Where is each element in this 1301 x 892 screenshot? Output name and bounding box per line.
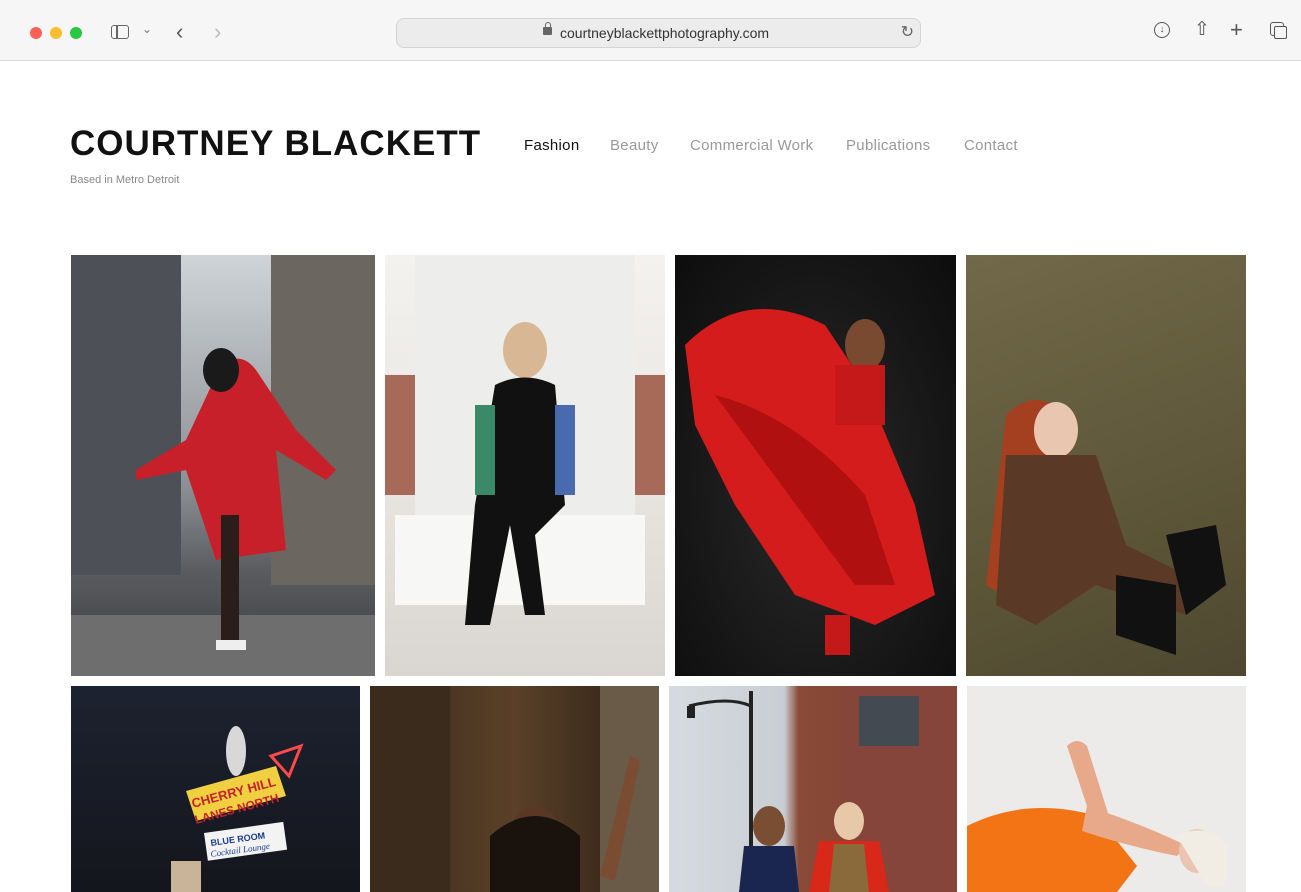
address-bar[interactable]: courtneyblackettphotography.com ↻ bbox=[396, 18, 921, 48]
forward-icon[interactable]: › bbox=[214, 19, 221, 45]
gallery-photo[interactable] bbox=[385, 255, 665, 676]
photo-two-women-street bbox=[687, 686, 957, 892]
nav-beauty[interactable]: Beauty bbox=[610, 137, 659, 154]
share-icon[interactable]: ⇧ bbox=[1194, 18, 1210, 41]
gallery-photo[interactable] bbox=[966, 255, 1246, 676]
photo-neon-sign: CHERRY HILL LANES NORTH BLUE ROOM Cockta… bbox=[171, 726, 304, 892]
photo-plaid-dress bbox=[986, 400, 1226, 655]
nav-fashion[interactable]: Fashion bbox=[524, 137, 579, 154]
gallery-photo[interactable] bbox=[71, 255, 375, 676]
photo-window-pose bbox=[370, 686, 659, 892]
sidebar-icon[interactable] bbox=[111, 25, 129, 39]
zoom-window-button[interactable] bbox=[70, 27, 82, 39]
photo-red-coat-city bbox=[71, 255, 375, 676]
photo-white-steps bbox=[385, 255, 665, 625]
browser-toolbar: ⌄ ‹ › courtneyblackettphotography.com ↻ … bbox=[0, 0, 1301, 61]
gallery-photo[interactable] bbox=[669, 686, 957, 892]
gallery-photo[interactable] bbox=[675, 255, 956, 676]
url-text: courtneyblackettphotography.com bbox=[560, 25, 770, 41]
close-window-button[interactable] bbox=[30, 27, 42, 39]
nav-publications[interactable]: Publications bbox=[846, 137, 930, 154]
chevron-down-icon[interactable]: ⌄ bbox=[142, 22, 152, 36]
site-title[interactable]: COURTNEY BLACKETT bbox=[70, 124, 481, 164]
nav-contact[interactable]: Contact bbox=[964, 137, 1018, 154]
download-icon[interactable]: ↓ bbox=[1154, 22, 1170, 38]
minimize-window-button[interactable] bbox=[50, 27, 62, 39]
nav-commercial-work[interactable]: Commercial Work bbox=[690, 137, 813, 154]
new-tab-icon[interactable]: + bbox=[1230, 17, 1243, 43]
photo-orange-dress bbox=[967, 741, 1227, 892]
back-icon[interactable]: ‹ bbox=[176, 19, 183, 45]
gallery-photo[interactable]: CHERRY HILL LANES NORTH BLUE ROOM Cockta… bbox=[71, 686, 360, 892]
reload-icon[interactable]: ↻ bbox=[901, 22, 914, 42]
tab-overview-icon[interactable] bbox=[1270, 22, 1287, 39]
gallery-photo[interactable] bbox=[370, 686, 659, 892]
gallery-photo[interactable] bbox=[967, 686, 1246, 892]
lock-icon bbox=[543, 22, 552, 35]
photo-red-tulle-dress bbox=[685, 309, 935, 655]
site-tagline: Based in Metro Detroit bbox=[70, 174, 180, 186]
